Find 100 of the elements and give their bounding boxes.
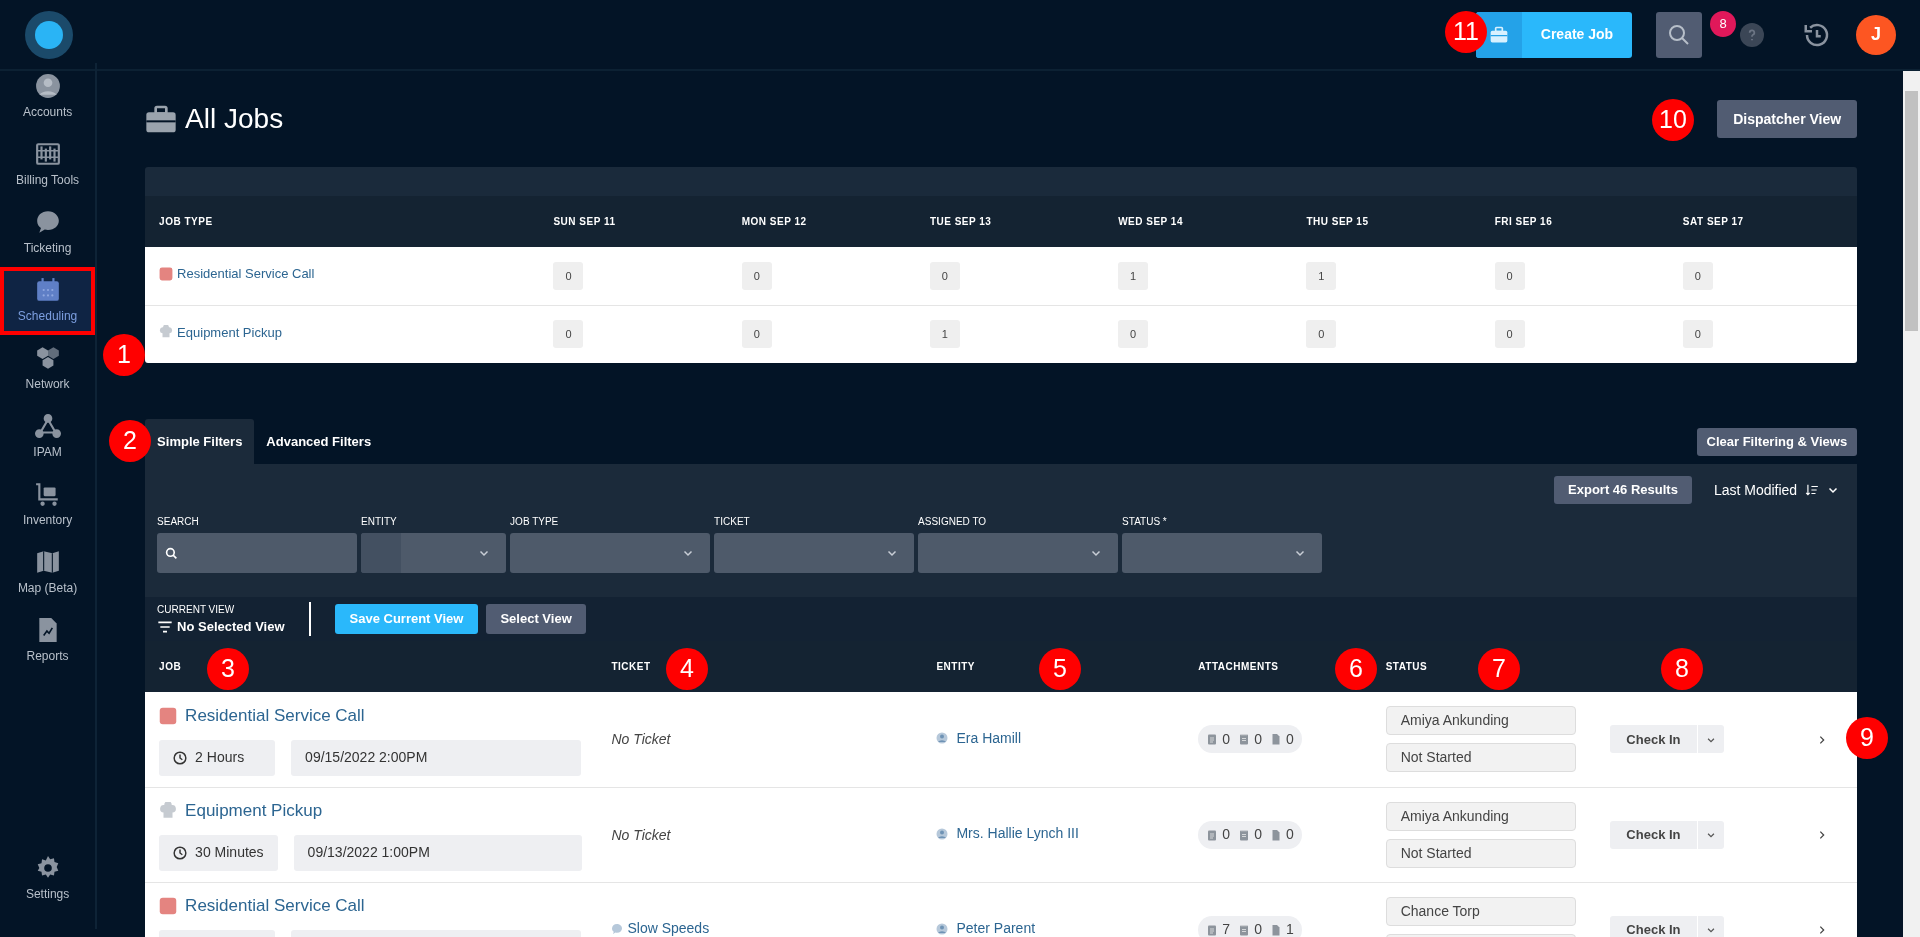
sidebar-item[interactable]: Ticketing bbox=[0, 199, 96, 267]
dropdown-button[interactable] bbox=[1696, 725, 1724, 754]
filter-tab[interactable]: Simple Filters bbox=[145, 419, 255, 464]
cart-icon bbox=[34, 481, 61, 507]
status-pill: Not Started bbox=[1385, 743, 1576, 773]
date-pill: 09/15/2022 2:00PM bbox=[291, 739, 582, 776]
count-badge: 0 bbox=[1494, 320, 1525, 349]
check-in-button[interactable]: Check In bbox=[1610, 725, 1697, 754]
entity-link[interactable]: Era Hamill bbox=[936, 727, 1022, 749]
attachments-pill: 0 0 0 bbox=[1198, 820, 1302, 849]
status-pill: Not Started bbox=[1385, 838, 1576, 868]
filter-tab[interactable]: Advanced Filters bbox=[254, 419, 384, 464]
attachments-pill: 7 0 1 bbox=[1198, 915, 1302, 937]
ticket-link[interactable]: Slow Speeds bbox=[611, 918, 710, 937]
person-icon bbox=[34, 73, 61, 99]
duration-pill: 30 Minutes bbox=[159, 834, 278, 871]
sidebar-item[interactable]: IPAM bbox=[0, 403, 96, 471]
search-icon bbox=[165, 546, 179, 560]
sidebar-item[interactable]: Network bbox=[0, 335, 96, 403]
count-badge: 1 bbox=[929, 320, 960, 349]
count-badge: 0 bbox=[741, 261, 772, 290]
select-field[interactable] bbox=[1122, 533, 1323, 573]
notepad-icon bbox=[1238, 922, 1251, 937]
field-label: TICKET bbox=[714, 515, 751, 529]
count-badge: 0 bbox=[1682, 261, 1713, 290]
dropdown-button[interactable] bbox=[1696, 915, 1724, 937]
field-label: SEARCH bbox=[157, 515, 200, 529]
count-badge: 0 bbox=[1306, 320, 1337, 349]
select-field[interactable] bbox=[918, 533, 1119, 573]
sort-icon bbox=[1805, 483, 1820, 497]
column-header: FRI SEP 16 bbox=[1480, 196, 1669, 247]
search-icon bbox=[1667, 22, 1691, 47]
ticket-text: No Ticket bbox=[611, 731, 671, 748]
assignee-pill: Amiya Ankunding bbox=[1385, 801, 1576, 831]
callout-marker: 11 bbox=[1445, 11, 1487, 53]
entity-link[interactable]: Peter Parent bbox=[936, 918, 1036, 937]
sort-dropdown[interactable]: Last Modified bbox=[1707, 478, 1846, 502]
column-header: SUN SEP 11 bbox=[539, 196, 728, 247]
dropdown-button[interactable] bbox=[1696, 820, 1724, 849]
select-field[interactable] bbox=[510, 533, 711, 573]
job-link[interactable]: Equipment Pickup bbox=[159, 798, 323, 824]
sidebar-item[interactable]: Settings bbox=[0, 845, 96, 913]
app-logo[interactable] bbox=[25, 10, 73, 59]
current-view-value: No Selected View bbox=[177, 617, 285, 636]
chef-hat-icon bbox=[159, 801, 178, 820]
dispatcher-view-button[interactable]: Dispatcher View bbox=[1717, 100, 1858, 138]
ticket-text: No Ticket bbox=[611, 826, 671, 843]
job-type-square-icon bbox=[159, 266, 174, 281]
select-field[interactable] bbox=[714, 533, 915, 573]
clock-icon bbox=[173, 750, 188, 765]
sidebar-item[interactable]: Reports bbox=[0, 607, 96, 675]
select-view-button[interactable]: Select View bbox=[486, 604, 586, 634]
count-badge: 1 bbox=[1118, 261, 1149, 290]
count-badge: 0 bbox=[553, 320, 584, 349]
search-field[interactable] bbox=[157, 533, 358, 573]
column-header: STATUS bbox=[1385, 661, 1428, 672]
export-results-button[interactable]: Export 46 Results bbox=[1554, 476, 1692, 504]
column-header: JOB bbox=[159, 661, 182, 672]
count-badge: 0 bbox=[1494, 261, 1525, 290]
column-header: SAT SEP 17 bbox=[1668, 196, 1858, 247]
network-nodes-icon bbox=[34, 413, 61, 439]
column-header: TUE SEP 13 bbox=[915, 196, 1105, 247]
sidebar-item[interactable]: Billing Tools bbox=[0, 131, 96, 199]
assignee-pill: Chance Torp bbox=[1385, 896, 1576, 926]
callout-marker: 9 bbox=[1846, 717, 1888, 759]
date-pill: 09/13/2022 1:00PM bbox=[293, 834, 583, 871]
column-header: MON SEP 12 bbox=[727, 196, 916, 247]
clear-filtering-button[interactable]: Clear Filtering & Views bbox=[1696, 428, 1858, 456]
count-badge: 1 bbox=[1306, 261, 1337, 290]
check-in-button[interactable]: Check In bbox=[1610, 820, 1697, 849]
briefcase-icon bbox=[145, 103, 178, 135]
clock-icon bbox=[173, 845, 188, 860]
sidebar-item[interactable]: Accounts bbox=[0, 63, 96, 131]
job-type-link[interactable]: Equipment Pickup bbox=[159, 322, 282, 342]
select-field[interactable] bbox=[361, 533, 507, 573]
sidebar-item[interactable]: Scheduling bbox=[0, 267, 96, 335]
job-link[interactable]: Residential Service Call bbox=[159, 702, 365, 729]
column-header: JOB TYPE bbox=[145, 196, 540, 247]
entity-link[interactable]: Mrs. Hallie Lynch III bbox=[936, 823, 1079, 844]
sidebar-item[interactable]: Map (Beta) bbox=[0, 539, 96, 607]
column-header: WED SEP 14 bbox=[1104, 196, 1293, 247]
count-badge: 0 bbox=[1682, 320, 1713, 349]
person-icon bbox=[936, 827, 949, 840]
abacus-icon bbox=[34, 141, 61, 167]
sidebar-item[interactable]: Inventory bbox=[0, 471, 96, 539]
person-icon bbox=[936, 732, 949, 745]
notepad-icon bbox=[1238, 827, 1251, 842]
page-title: All Jobs bbox=[185, 102, 284, 136]
help-button[interactable] bbox=[1740, 22, 1764, 47]
job-type-square-icon bbox=[159, 706, 178, 725]
search-button[interactable] bbox=[1656, 11, 1702, 58]
check-in-button[interactable]: Check In bbox=[1610, 915, 1697, 937]
count-badge: 0 bbox=[929, 261, 960, 290]
column-header: ENTITY bbox=[936, 661, 975, 672]
clipboard-icon bbox=[1206, 732, 1219, 747]
notepad-icon bbox=[1238, 732, 1251, 747]
map-icon bbox=[34, 549, 61, 575]
column-header: THU SEP 15 bbox=[1292, 196, 1481, 247]
job-type-link[interactable]: Residential Service Call bbox=[159, 264, 315, 284]
assignee-pill: Amiya Ankunding bbox=[1385, 706, 1576, 736]
